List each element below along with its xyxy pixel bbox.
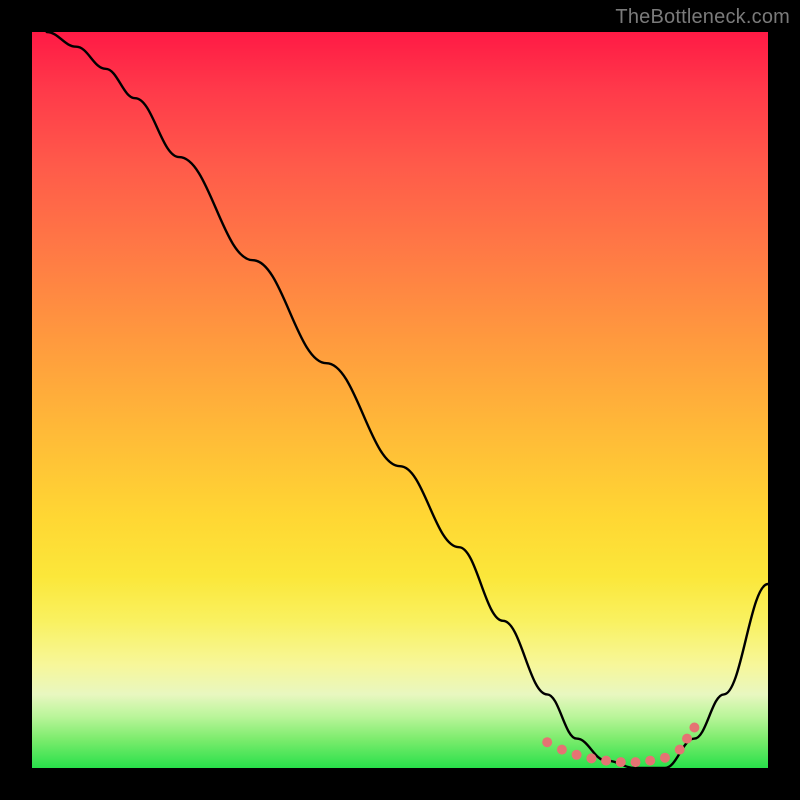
highlight-dot	[660, 753, 670, 763]
highlight-dot	[616, 757, 626, 767]
plot-area	[32, 32, 768, 768]
watermark-text: TheBottleneck.com	[615, 6, 790, 29]
highlight-dot	[682, 734, 692, 744]
highlight-dot	[601, 756, 611, 766]
bottleneck-curve	[47, 32, 768, 768]
highlight-dot	[645, 756, 655, 766]
highlight-dot	[586, 753, 596, 763]
highlight-dot	[542, 737, 552, 747]
highlight-dot	[689, 723, 699, 733]
highlight-dot	[631, 757, 641, 767]
highlight-dot	[572, 750, 582, 760]
curve-layer	[32, 32, 768, 768]
chart-frame: TheBottleneck.com	[0, 0, 800, 800]
highlight-dot	[675, 745, 685, 755]
highlight-dot	[557, 745, 567, 755]
